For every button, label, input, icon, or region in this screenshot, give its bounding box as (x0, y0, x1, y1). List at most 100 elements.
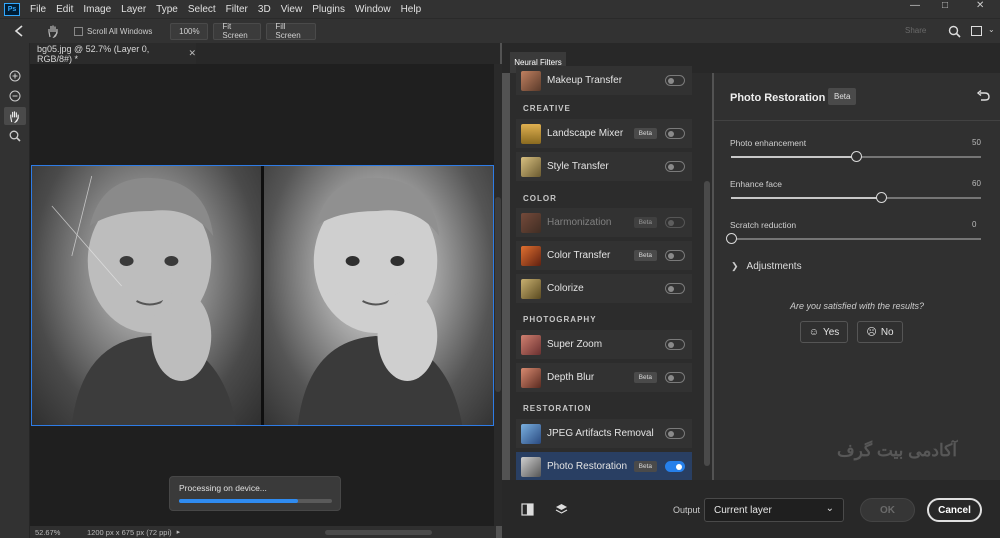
feedback-question: Are you satisfied with the results? (789, 301, 925, 311)
back-arrow-icon[interactable] (14, 25, 28, 37)
scratch-reduction-knob[interactable] (726, 233, 737, 244)
menu-help[interactable]: Help (396, 4, 427, 15)
processing-progress-fill (179, 499, 299, 503)
color-transfer-toggle[interactable] (665, 250, 685, 261)
status-zoom[interactable]: 52.67% (35, 528, 81, 537)
fit-screen-button[interactable]: Fit Screen (213, 22, 262, 40)
chevron-down-icon: ⌄ (825, 503, 834, 514)
filter-item-makeup-transfer[interactable]: Makeup Transfer (516, 66, 692, 95)
scratch-reduction-slider[interactable] (726, 233, 981, 244)
cancel-button[interactable]: Cancel (927, 498, 982, 522)
menu-view[interactable]: View (276, 4, 308, 15)
status-doc-info: 1200 px x 675 px (72 ppi) (87, 527, 172, 537)
filter-item-landscape-mixer[interactable]: Landscape Mixer Beta (516, 119, 692, 148)
menu-image[interactable]: Image (78, 4, 116, 15)
reset-icon[interactable] (976, 90, 990, 102)
menu-plugins[interactable]: Plugins (307, 4, 350, 15)
filter-item-harmonization[interactable]: Harmonization Beta (516, 208, 692, 237)
zoom-in-icon[interactable] (4, 67, 26, 85)
harmonization-icon (521, 212, 541, 233)
tools-panel (0, 43, 30, 538)
filter-name: Color Transfer (547, 250, 611, 261)
workspace-chevron-icon[interactable]: ⌄ (988, 25, 995, 34)
menu-3d[interactable]: 3D (253, 4, 276, 15)
output-select[interactable]: Current layer ⌄ (704, 498, 844, 522)
filter-item-depth-blur[interactable]: Depth Blur Beta (516, 363, 692, 392)
hand-tool-icon[interactable] (46, 24, 60, 38)
colorize-toggle[interactable] (665, 283, 685, 294)
document-tab-title: bg05.jpg @ 52.7% (Layer 0, RGB/8#) * (37, 43, 150, 64)
adjustments-expander[interactable]: ❯ Adjustments (731, 261, 802, 272)
landscape-mixer-toggle[interactable] (665, 128, 685, 139)
filter-list-scrollbar[interactable] (703, 73, 711, 480)
filter-item-photo-restoration[interactable]: Photo Restoration Beta (516, 452, 692, 481)
share-button[interactable]: Share (905, 26, 926, 35)
photo-enhancement-slider[interactable] (731, 151, 981, 162)
canvas-vertical-scroll-thumb[interactable] (495, 197, 501, 392)
menu-type[interactable]: Type (151, 4, 183, 15)
category-photography: PHOTOGRAPHY (523, 315, 597, 324)
menu-filter[interactable]: Filter (221, 4, 253, 15)
photo-restoration-toggle[interactable] (665, 461, 685, 472)
zoom-tool-icon[interactable] (4, 127, 26, 145)
canvas-horizontal-scroll-thumb[interactable] (325, 530, 432, 535)
maximize-icon[interactable]: □ (942, 0, 948, 11)
document-tab[interactable]: bg05.jpg @ 52.7% (Layer 0, RGB/8#) * ✕ (30, 43, 196, 64)
filter-name: Harmonization (547, 217, 612, 228)
category-color: COLOR (523, 194, 557, 203)
filter-item-style-transfer[interactable]: Style Transfer (516, 152, 692, 181)
scratch-reduction-label: Scratch reduction (730, 220, 797, 230)
close-window-icon[interactable]: ✕ (976, 0, 984, 11)
makeup-transfer-toggle[interactable] (665, 75, 685, 86)
ok-button[interactable]: OK (860, 498, 915, 522)
settings-separator (714, 120, 1000, 121)
photo-enhancement-label: Photo enhancement (730, 138, 807, 148)
processing-label: Processing on device... (179, 483, 267, 493)
scroll-all-windows-checkbox[interactable] (74, 26, 83, 36)
filter-item-super-zoom[interactable]: Super Zoom (516, 330, 692, 359)
close-tab-icon[interactable]: ✕ (188, 48, 196, 59)
status-menu-icon[interactable]: ▸ (177, 528, 181, 536)
filter-item-color-transfer[interactable]: Color Transfer Beta (516, 241, 692, 270)
menu-select[interactable]: Select (183, 4, 221, 15)
super-zoom-icon (521, 334, 541, 355)
menu-layer[interactable]: Layer (116, 4, 151, 15)
super-zoom-toggle[interactable] (665, 339, 685, 350)
feedback-no-button[interactable]: ☹ No (857, 321, 903, 343)
filter-name: JPEG Artifacts Removal (547, 428, 654, 439)
fill-screen-button[interactable]: Fill Screen (266, 22, 317, 40)
scroll-all-windows-label: Scroll All Windows (87, 26, 153, 36)
photo-enhancement-value[interactable]: 50 (972, 138, 981, 147)
photo-enhancement-knob[interactable] (851, 151, 862, 162)
menu-window[interactable]: Window (350, 4, 396, 15)
minimize-icon[interactable]: — (910, 0, 920, 11)
search-icon[interactable] (948, 25, 961, 38)
style-transfer-toggle[interactable] (665, 161, 685, 172)
harmonization-toggle[interactable] (665, 217, 685, 228)
zoom-out-icon[interactable] (4, 87, 26, 105)
beta-badge: Beta (633, 372, 657, 383)
filter-name: Makeup Transfer (547, 75, 623, 86)
filter-item-jpeg-artifacts-removal[interactable]: JPEG Artifacts Removal (516, 419, 692, 448)
layers-icon[interactable] (555, 503, 568, 516)
feedback-yes-button[interactable]: ☺ Yes (800, 321, 848, 343)
enhance-face-value[interactable]: 60 (972, 179, 981, 188)
enhance-face-knob[interactable] (876, 192, 887, 203)
filter-item-colorize[interactable]: Colorize (516, 274, 692, 303)
preview-split-icon[interactable] (521, 503, 534, 516)
menu-file[interactable]: File (25, 4, 51, 15)
colorize-icon (521, 278, 541, 299)
filter-list-scroll-thumb[interactable] (704, 181, 710, 466)
scratch-reduction-value[interactable]: 0 (972, 220, 976, 229)
filter-name: Landscape Mixer (547, 128, 624, 139)
feedback-yes-label: Yes (822, 326, 840, 338)
smile-icon: ☺ (808, 326, 819, 338)
hand-tool-active-icon[interactable] (3, 107, 26, 125)
depth-blur-toggle[interactable] (665, 372, 685, 383)
workspace-icon[interactable] (971, 26, 982, 36)
enhance-face-slider[interactable] (731, 192, 981, 203)
zoom-100-button[interactable]: 100% (170, 22, 209, 40)
menu-edit[interactable]: Edit (51, 4, 78, 15)
canvas-vertical-scrollbar[interactable] (494, 64, 502, 526)
jpeg-artifacts-removal-toggle[interactable] (665, 428, 685, 439)
